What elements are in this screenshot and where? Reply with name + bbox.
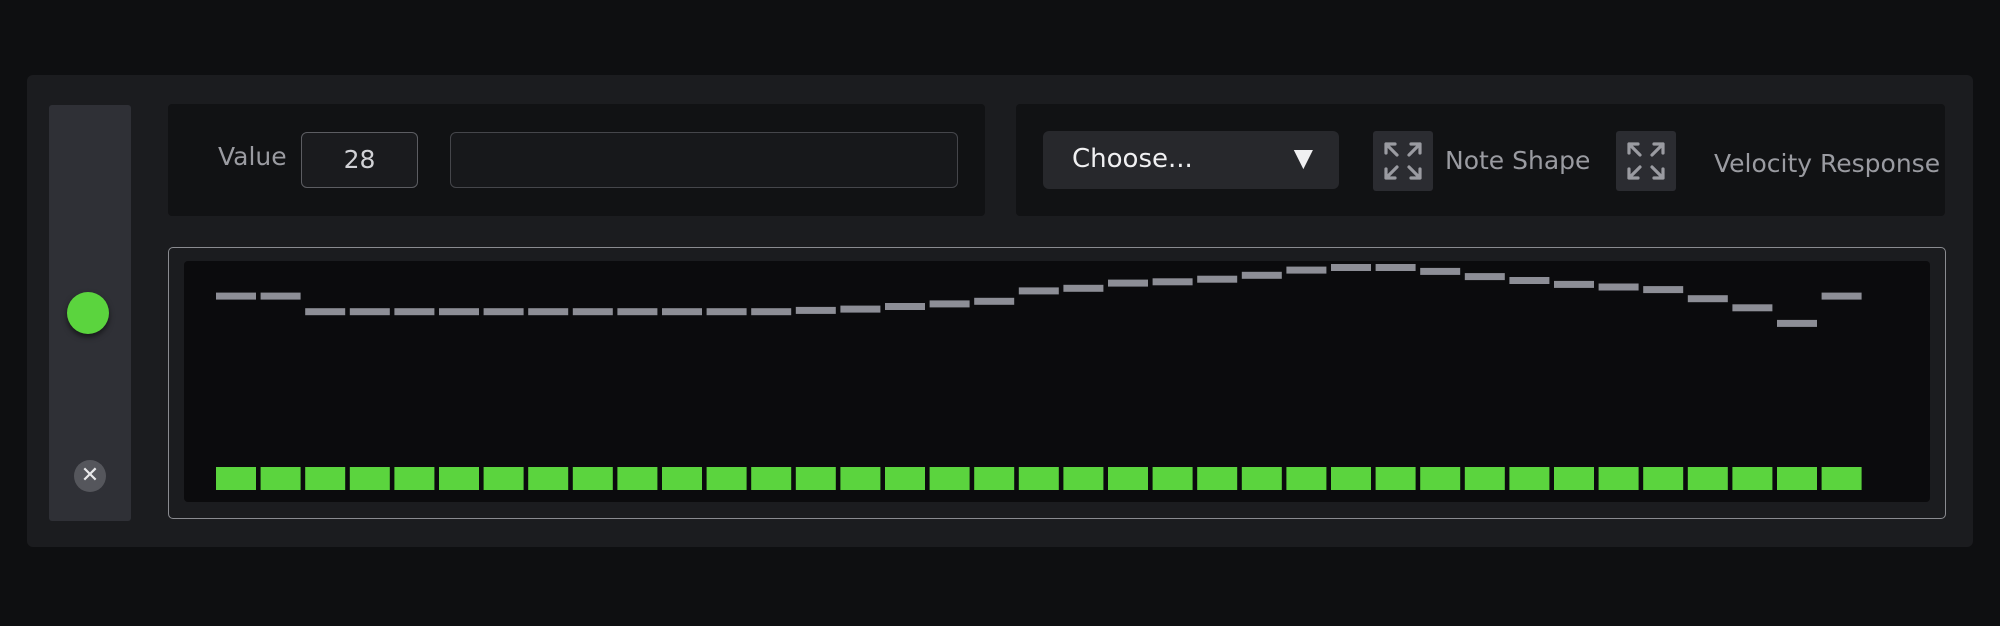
step-pad[interactable] — [528, 467, 569, 490]
step-value-bar[interactable] — [1018, 287, 1059, 295]
step-value-bar[interactable] — [528, 308, 569, 316]
step-pad[interactable] — [974, 467, 1015, 490]
velocity-response-label: Velocity Response — [1714, 149, 1941, 178]
value-input[interactable]: 28 — [301, 132, 418, 188]
choose-dropdown[interactable]: Choose... ▼ — [1043, 131, 1339, 189]
step-value-bar[interactable] — [1375, 264, 1416, 271]
step-value-bar[interactable] — [662, 308, 702, 316]
step-pad[interactable] — [1554, 467, 1594, 490]
step-pad[interactable] — [1777, 467, 1817, 490]
step-pad[interactable] — [885, 467, 925, 490]
note-shape-label: Note Shape — [1445, 146, 1591, 175]
close-button[interactable]: ✕ — [74, 460, 106, 492]
step-value-bar[interactable] — [1420, 267, 1461, 275]
step-value-bar[interactable] — [1241, 271, 1282, 279]
device-side-strip: ✕ — [49, 105, 131, 521]
step-pad[interactable] — [1152, 467, 1193, 490]
value-text-field[interactable] — [450, 132, 958, 188]
step-value-bar[interactable] — [751, 308, 792, 316]
step-value-bar[interactable] — [1777, 319, 1817, 327]
step-pad[interactable] — [1643, 467, 1684, 490]
step-pad[interactable] — [394, 467, 435, 490]
expand-arrows-icon — [1627, 142, 1665, 180]
step-pad[interactable] — [1598, 467, 1639, 490]
expand-arrows-icon — [1384, 142, 1422, 180]
sequencer-grid — [184, 261, 1930, 502]
step-pad[interactable] — [1197, 467, 1238, 490]
step-pad[interactable] — [349, 467, 390, 490]
step-value-bar[interactable] — [795, 306, 836, 314]
step-value-bar[interactable] — [1286, 266, 1327, 274]
value-panel: Value 28 — [168, 104, 985, 216]
step-value-bar[interactable] — [1509, 277, 1550, 284]
step-value-bar[interactable] — [840, 305, 881, 313]
step-pad[interactable] — [1821, 467, 1862, 490]
step-pad[interactable] — [795, 467, 836, 490]
step-value-bar[interactable] — [1598, 283, 1639, 291]
step-pad[interactable] — [617, 467, 658, 490]
step-pad[interactable] — [483, 467, 524, 490]
step-pad[interactable] — [216, 467, 256, 490]
step-pad[interactable] — [1420, 467, 1461, 490]
options-panel: Choose... ▼ Note Shape Velocity Response — [1016, 104, 1945, 216]
step-pad[interactable] — [1018, 467, 1059, 490]
step-value-bar[interactable] — [394, 308, 435, 316]
step-value-bar[interactable] — [216, 292, 256, 300]
step-value-bar[interactable] — [1821, 292, 1862, 300]
step-pad[interactable] — [840, 467, 881, 490]
step-pad[interactable] — [260, 467, 301, 490]
step-value-bar[interactable] — [974, 297, 1015, 305]
step-pad[interactable] — [305, 467, 346, 490]
step-value-bar[interactable] — [1197, 275, 1238, 283]
step-value-bar[interactable] — [572, 308, 613, 316]
step-pad[interactable] — [1509, 467, 1550, 490]
step-value-bar[interactable] — [439, 308, 479, 316]
step-value-bar[interactable] — [349, 308, 390, 316]
value-label: Value — [218, 142, 287, 171]
note-shape-button[interactable] — [1373, 131, 1433, 191]
step-value-bar[interactable] — [1554, 280, 1594, 288]
step-value-bar[interactable] — [617, 308, 658, 316]
step-pad[interactable] — [662, 467, 702, 490]
step-value-bar[interactable] — [1687, 295, 1728, 303]
step-value-bar[interactable] — [1331, 264, 1371, 271]
step-pad[interactable] — [1732, 467, 1773, 490]
dropdown-label: Choose... — [1072, 144, 1193, 174]
step-pad[interactable] — [929, 467, 970, 490]
step-pad[interactable] — [751, 467, 792, 490]
step-value-bar[interactable] — [1464, 273, 1505, 281]
sequencer-device: ✕ Value 28 Choose... ▼ Note Shape Veloci… — [27, 75, 1973, 547]
step-pad[interactable] — [1464, 467, 1505, 490]
step-pad[interactable] — [1241, 467, 1282, 490]
step-value-bar[interactable] — [1063, 284, 1104, 292]
step-value-bar[interactable] — [1108, 279, 1148, 287]
step-pad[interactable] — [1108, 467, 1148, 490]
step-value-bar[interactable] — [305, 308, 346, 316]
step-value-bar[interactable] — [885, 303, 925, 310]
step-pad[interactable] — [1687, 467, 1728, 490]
step-pad[interactable] — [439, 467, 479, 490]
step-value-bar[interactable] — [706, 308, 747, 316]
step-pad[interactable] — [1063, 467, 1104, 490]
step-value-bar[interactable] — [1152, 278, 1193, 286]
step-value-bar[interactable] — [1643, 286, 1684, 294]
step-pad[interactable] — [1375, 467, 1416, 490]
step-pad[interactable] — [572, 467, 613, 490]
sequencer-canvas[interactable] — [184, 261, 1930, 502]
step-value-bar[interactable] — [929, 300, 970, 308]
chevron-down-icon: ▼ — [1293, 143, 1313, 172]
close-icon: ✕ — [80, 463, 100, 488]
step-value-bar[interactable] — [260, 292, 301, 300]
velocity-response-button[interactable] — [1616, 131, 1676, 191]
step-pad[interactable] — [1331, 467, 1371, 490]
device-active-led[interactable] — [67, 292, 109, 334]
step-sequencer — [168, 247, 1946, 519]
step-pad[interactable] — [1286, 467, 1327, 490]
step-value-bar[interactable] — [1732, 304, 1773, 312]
step-pad[interactable] — [706, 467, 747, 490]
step-value-bar[interactable] — [483, 308, 524, 316]
